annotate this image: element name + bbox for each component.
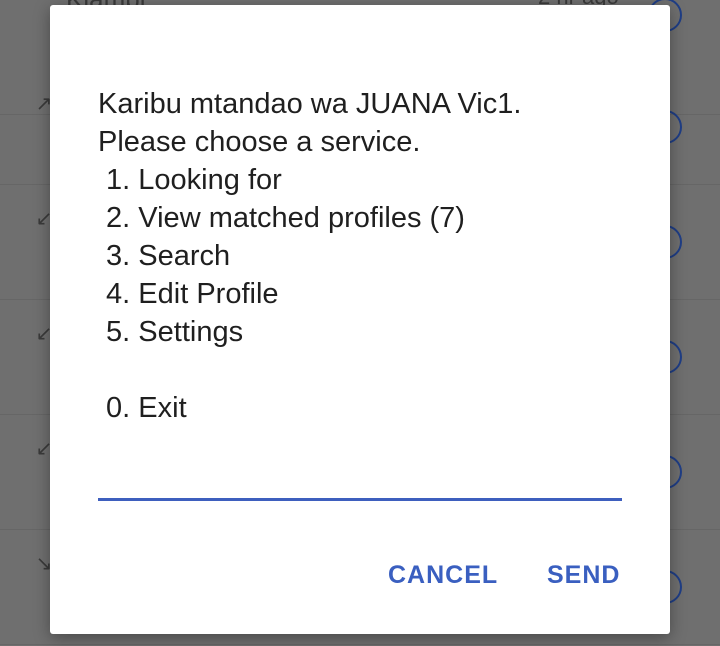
message-line bbox=[98, 351, 638, 389]
menu-option: 0. Exit bbox=[98, 392, 187, 424]
send-button[interactable]: SEND bbox=[547, 561, 620, 590]
menu-option: 2. View matched profiles (7) bbox=[98, 202, 465, 234]
menu-option: 3. Search bbox=[98, 240, 231, 272]
ussd-message: Karibu mtandao wa JUANA Vic1. Please cho… bbox=[98, 85, 638, 427]
menu-option: 5. Settings bbox=[98, 316, 244, 348]
ussd-dialog: Karibu mtandao wa JUANA Vic1. Please cho… bbox=[50, 5, 670, 634]
cancel-button[interactable]: CANCEL bbox=[388, 561, 498, 590]
ussd-reply-input[interactable] bbox=[98, 453, 626, 497]
menu-option: 1. Looking for bbox=[98, 164, 282, 196]
message-line: Karibu mtandao wa JUANA Vic1. bbox=[98, 88, 522, 120]
input-underline bbox=[98, 498, 622, 501]
menu-option: 4. Edit Profile bbox=[98, 278, 279, 310]
message-line: Please choose a service. bbox=[98, 126, 421, 158]
